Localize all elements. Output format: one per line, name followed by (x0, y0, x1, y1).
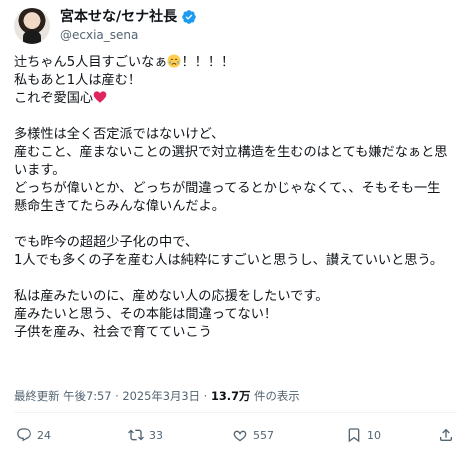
paragraph-break (14, 108, 460, 126)
tweet-card: 宮本せな/セナ社長 @ecxia_sena 辻ちゃん5人目すごいなぁ ！！！！ 私… (0, 0, 471, 453)
author-name-row: 宮本せな/セナ社長 (60, 8, 197, 26)
tweet-line: これぞ愛国心 (14, 90, 460, 108)
view-count: 13.7万 (210, 389, 251, 403)
crying-face-emoji (167, 54, 182, 68)
tweet-actions: 24 33 557 10 (14, 424, 457, 446)
tweet-meta: 最終更新 午後7:57 · 2025年3月3日 · 13.7万 件の表示 (14, 388, 300, 404)
tweet-line: 産みたいと思う、その本能は間違ってない！ (14, 307, 278, 322)
tweet-text: 辻ちゃん5人目すごいなぁ ！！！！ 私もあと1人は産む！ これぞ愛国心 多様性は全… (14, 54, 460, 342)
tweet-line: 産むこと、産まないことの選択で対立構造を生むのはとても嫌だなぁと思 (14, 145, 448, 160)
views-label: 件の表示 (250, 389, 300, 403)
tweet-line-text: ！！！！ (181, 55, 235, 70)
like-button[interactable]: 557 (232, 424, 274, 446)
bookmark-icon (348, 428, 360, 443)
avatar[interactable] (14, 8, 50, 44)
tweet-line: 辻ちゃん5人目すごいなぁ ！！！！ (14, 54, 460, 72)
heart-icon (233, 430, 247, 442)
tweet-line: 私もあと1人は産む！ (14, 73, 142, 88)
divider (14, 412, 457, 413)
reply-count: 24 (37, 428, 51, 442)
tweet-line: います。 (14, 163, 66, 178)
timestamp-link[interactable]: 最終更新 午後7:57 · 2025年3月3日 · (14, 389, 211, 403)
verified-badge-icon (181, 9, 197, 25)
like-count: 557 (253, 428, 274, 442)
reply-button[interactable]: 24 (16, 424, 51, 446)
tweet-line: 私は産みたいのに、産めない人の応援をしたいです。 (14, 289, 329, 304)
repost-count: 33 (149, 428, 163, 442)
repost-button[interactable]: 33 (128, 424, 163, 446)
paragraph-break (14, 270, 460, 288)
bookmark-count: 10 (367, 428, 381, 442)
tweet-line: でも昨今の超超少子化の中で、 (14, 235, 199, 250)
red-heart-emoji (93, 90, 107, 104)
tweet-line: 1人でも多くの子を産む人は純粋にすごいと思うし、讃えていいと思う。 (14, 253, 444, 268)
share-button[interactable] (438, 424, 454, 446)
tweet-line: どっちが偉いとか、どっちが間違ってるとかじゃなくて、、そもそも一生 (14, 181, 441, 196)
reply-icon (17, 428, 31, 442)
repost-icon (128, 429, 144, 441)
author-display-name[interactable]: 宮本せな/セナ社長 (60, 8, 177, 26)
tweet-line-text: 辻ちゃん5人目すごいなぁ (14, 55, 168, 70)
author-handle[interactable]: @ecxia_sena (60, 27, 138, 43)
tweet-line-text: これぞ愛国心 (14, 91, 94, 106)
tweet-line: 懸命生きてたらみんな偉いんだよ。 (14, 199, 225, 214)
share-icon (440, 428, 452, 441)
bookmark-button[interactable]: 10 (346, 424, 381, 446)
paragraph-break (14, 216, 460, 234)
tweet-header: 宮本せな/セナ社長 @ecxia_sena (14, 6, 454, 46)
tweet-line: 子供を産み、社会で育てていこう (14, 325, 212, 340)
tweet-line: 多様性は全く否定派ではないけど、 (14, 127, 225, 142)
